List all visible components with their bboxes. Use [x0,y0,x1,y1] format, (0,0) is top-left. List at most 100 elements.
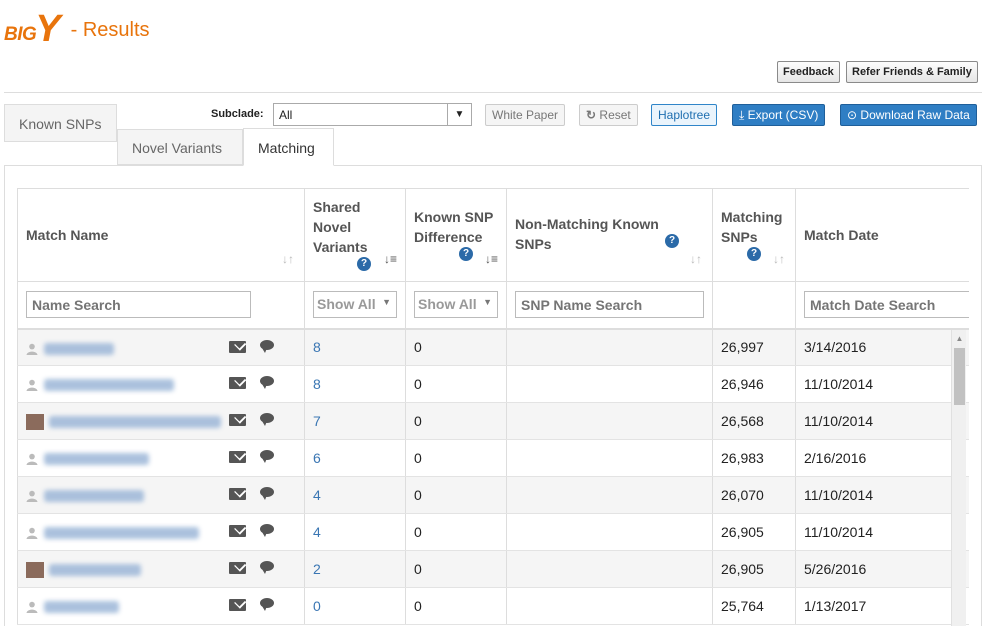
match-date-cell: 2/16/2016 [795,439,969,477]
table-row[interactable]: 8 0 26,946 11/10/2014 [17,365,969,403]
shared-novel-link[interactable]: 8 [313,339,321,355]
chevron-down-icon: ▼ [483,297,492,308]
export-csv-label: Export (CSV) [747,108,819,122]
name-search-input[interactable] [26,291,251,319]
filter-cell [17,281,305,330]
help-icon[interactable]: ? [459,247,473,261]
match-name-link[interactable] [49,415,221,428]
col-known-snp-difference[interactable]: Known SNP Difference ? ↓≡ [405,188,507,282]
match-name-link[interactable] [44,490,144,503]
shared-novel-link[interactable]: 8 [313,376,321,392]
comment-icon[interactable] [260,524,274,537]
scroll-thumb[interactable] [954,348,965,405]
diff-filter-select[interactable]: Show All ▼ [414,291,498,319]
match-name-link[interactable] [44,453,149,466]
comment-icon[interactable] [260,487,274,500]
shared-novel-link[interactable]: 4 [313,487,321,503]
shared-novel-link[interactable]: 0 [313,598,321,614]
sort-icon[interactable]: ↓↑ [773,249,785,269]
subclade-select[interactable]: All ▼ [273,103,472,126]
envelope-icon[interactable] [229,414,246,426]
col-non-matching-known-snps[interactable]: Non-Matching Known SNPs ? ↓↑ [506,188,713,282]
envelope-icon[interactable] [229,599,246,611]
match-name-link[interactable] [44,527,199,540]
haplotree-button[interactable]: Haplotree [651,104,718,126]
match-name-link[interactable] [49,563,141,576]
envelope-icon[interactable] [229,451,246,463]
reset-button[interactable]: ↻ Reset [579,104,638,126]
non-matching-cell [506,402,713,440]
col-match-date[interactable]: Match Date [795,188,969,282]
comment-icon[interactable] [260,561,274,574]
help-icon[interactable]: ? [665,234,679,248]
matching-panel: Match Name ↓↑ Shared Novel Variants ? ↓≡… [4,165,982,626]
match-name-link[interactable] [44,379,174,392]
reset-label: Reset [599,108,631,122]
table-row[interactable]: 4 0 26,905 11/10/2014 [17,513,969,551]
tab-matching[interactable]: Matching [243,128,334,166]
shared-filter-select[interactable]: Show All ▼ [313,291,397,319]
table-row[interactable]: 4 0 26,070 11/10/2014 [17,476,969,514]
snp-name-search-input[interactable] [515,291,704,319]
table-row[interactable]: 0 0 25,764 1/13/2017 [17,587,969,625]
match-name-cell [17,402,305,440]
col-matching-snps[interactable]: Matching SNPs ? ↓↑ [712,188,796,282]
col-match-date-label: Match Date [804,227,879,243]
refresh-icon: ↻ [586,108,597,122]
table-row[interactable]: 7 0 26,568 11/10/2014 [17,402,969,440]
scroll-up-icon[interactable]: ▲ [952,334,967,343]
table-row[interactable]: 6 0 26,983 2/16/2016 [17,439,969,477]
shared-novel-link[interactable]: 4 [313,524,321,540]
sort-icon[interactable]: ↓↑ [282,249,294,269]
download-raw-data-label: Download Raw Data [860,108,970,122]
chevron-down-icon[interactable]: ▼ [447,104,471,125]
comment-icon[interactable] [260,339,274,353]
comment-icon[interactable] [260,376,274,389]
table-row[interactable]: 8 0 26,997 3/14/2016 [17,328,969,366]
known-diff-cell: 0 [405,550,507,588]
user-icon [26,528,38,540]
match-date-search-input[interactable] [804,291,969,319]
tab-novel-variants[interactable]: Novel Variants [117,129,243,165]
col-shared-line1: Shared [313,199,361,215]
user-icon [26,454,38,466]
export-csv-button[interactable]: ⤓ Export (CSV) [732,104,826,126]
non-matching-cell [506,550,713,588]
shared-novel-link[interactable]: 6 [313,450,321,466]
envelope-icon[interactable] [229,377,246,389]
comment-icon[interactable] [260,450,274,463]
download-raw-data-button[interactable]: ⊙ Download Raw Data [840,104,977,126]
shared-novel-link[interactable]: 2 [313,561,321,577]
sort-icon[interactable]: ↓↑ [690,249,702,269]
known-diff-cell: 0 [405,439,507,477]
header-row: Match Name ↓↑ Shared Novel Variants ? ↓≡… [17,188,969,282]
refer-friends-button[interactable]: Refer Friends & Family [846,61,978,83]
comment-icon[interactable] [260,598,274,611]
known-diff-cell: 0 [405,365,507,403]
match-name-link[interactable] [44,601,119,614]
table-row[interactable]: 2 0 26,905 5/26/2016 [17,550,969,588]
help-icon[interactable]: ? [357,257,371,271]
envelope-icon[interactable] [229,525,246,537]
shared-novel-cell: 7 [304,402,406,440]
col-match-name[interactable]: Match Name ↓↑ [17,188,305,282]
help-icon[interactable]: ? [747,247,761,261]
white-paper-button[interactable]: White Paper [485,104,566,126]
sort-desc-icon[interactable]: ↓≡ [384,249,397,269]
match-name-link[interactable] [44,342,114,355]
envelope-icon[interactable] [229,488,246,500]
col-shared-novel-variants[interactable]: Shared Novel Variants ? ↓≡ [304,188,406,282]
vertical-scrollbar[interactable]: ▲ [951,330,966,626]
subclade-value: All [279,108,293,122]
envelope-icon[interactable] [229,562,246,574]
non-matching-cell [506,328,713,366]
envelope-icon[interactable] [229,340,246,353]
tab-known-snps[interactable]: Known SNPs [4,104,117,142]
non-matching-cell [506,476,713,514]
comment-icon[interactable] [260,413,274,426]
feedback-button[interactable]: Feedback [777,61,840,83]
shared-novel-link[interactable]: 7 [313,413,321,429]
sort-asc-icon[interactable]: ↓≡ [485,249,498,269]
col-diff-line2: Difference [414,229,483,245]
diff-filter-value: Show All [418,296,477,313]
